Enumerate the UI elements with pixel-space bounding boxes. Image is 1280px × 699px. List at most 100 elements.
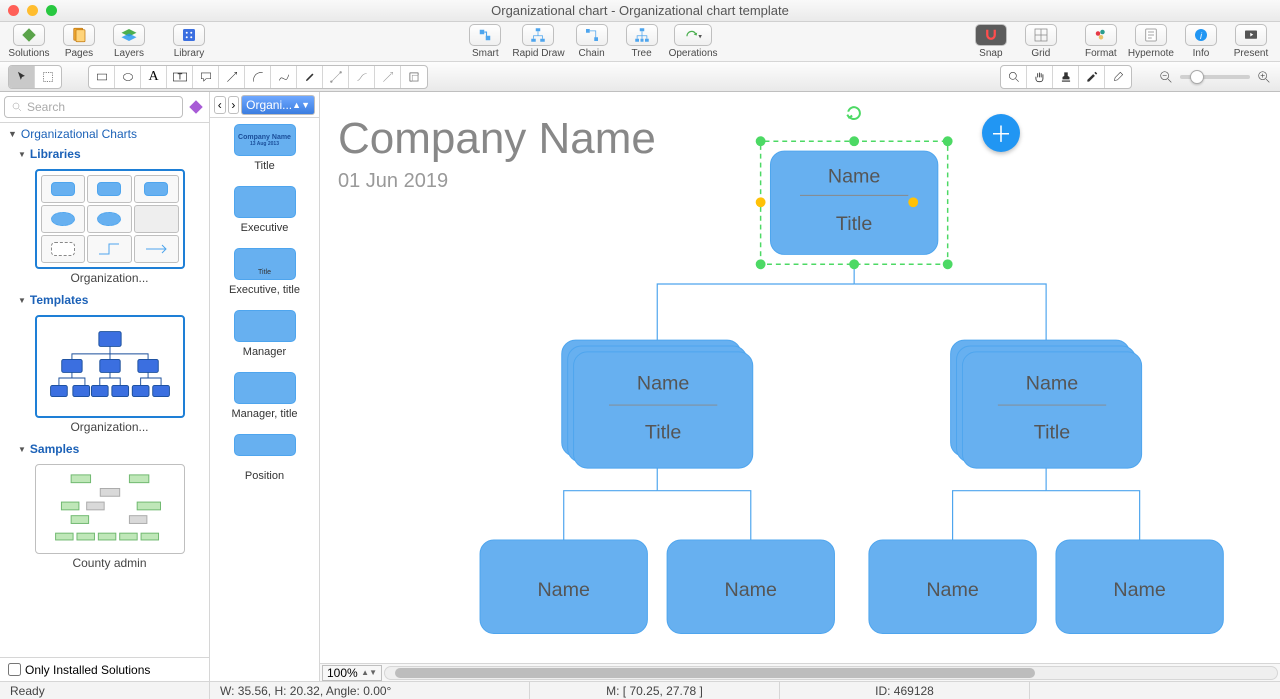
crop-tool[interactable] [401,66,427,88]
shape-library-selector[interactable]: Organi...▲▼ [241,95,315,115]
canvas-bottom-bar: 100%▲▼ [320,663,1280,681]
shape-position[interactable]: Position [210,428,319,490]
position-node-2[interactable]: Name [667,540,834,634]
info-icon: i [1185,24,1217,46]
svg-text:Name: Name [1026,372,1079,394]
zoom-percent-input[interactable]: 100%▲▼ [322,665,382,681]
only-installed-checkbox[interactable]: Only Installed Solutions [0,657,209,681]
main-toolbar: Solutions Pages Layers Library Smart Rap… [0,22,1280,62]
chain-button[interactable]: Chain [569,24,615,59]
connector2-tool[interactable] [349,66,375,88]
callout-tool[interactable] [193,66,219,88]
zoom-slider[interactable] [1158,69,1272,85]
tree-icon [626,24,658,46]
manager-node-right[interactable]: Name Title [951,340,1142,468]
svg-text:Name: Name [637,372,690,394]
layers-icon [113,24,145,46]
present-button[interactable]: Present [1228,24,1274,59]
pages-button[interactable]: Pages [56,24,102,59]
shape-prev-button[interactable]: ‹ [214,96,226,114]
tree-button[interactable]: Tree [619,24,665,59]
spline-tool[interactable] [271,66,297,88]
svg-text:T: T [177,72,182,81]
sample-thumb[interactable] [35,464,185,554]
grid-button[interactable]: Grid [1018,24,1064,59]
tree-root[interactable]: Organizational Charts [8,127,201,141]
marquee-tool[interactable] [35,66,61,88]
shape-next-button[interactable]: › [228,96,240,114]
position-node-4[interactable]: Name [1056,540,1223,634]
search-input[interactable]: Search [4,96,183,118]
svg-text:Name: Name [828,166,881,188]
traffic-lights [8,5,57,16]
textbox-tool[interactable]: T [167,66,193,88]
svg-text:Name: Name [1113,579,1166,601]
zoom-tool[interactable] [1001,66,1027,88]
info-button[interactable]: i Info [1178,24,1224,59]
rapid-draw-button[interactable]: Rapid Draw [512,24,564,59]
solutions-button[interactable]: Solutions [6,24,52,59]
tree-libraries[interactable]: Libraries [18,147,201,161]
text-tool[interactable]: A [141,66,167,88]
layers-button[interactable]: Layers [106,24,152,59]
tool-toolbar: A T [0,62,1280,92]
solutions-home-icon[interactable] [187,98,205,116]
top-node[interactable]: Name Title [756,107,953,269]
drawing-canvas[interactable]: Company Name 01 Jun 2019 ＋ [320,92,1280,663]
library-button[interactable]: Library [166,24,212,59]
position-node-3[interactable]: Name [869,540,1036,634]
operations-button[interactable]: ▾ Operations [669,24,718,59]
anchor-tool[interactable] [375,66,401,88]
rapid-draw-icon [522,24,554,46]
snap-icon [975,24,1007,46]
ellipse-tool[interactable] [115,66,141,88]
pen-tool[interactable] [297,66,323,88]
manager-node-left[interactable]: Name Title [562,340,753,468]
svg-text:Name: Name [537,579,590,601]
shape-manager[interactable]: Manager [210,304,319,366]
smart-icon [469,24,501,46]
line-tool[interactable] [219,66,245,88]
hypernote-button[interactable]: Hypernote [1128,24,1174,59]
template-caption: Organization... [18,420,201,434]
shape-executive[interactable]: Executive [210,180,319,242]
svg-text:Title: Title [645,422,681,444]
search-icon [11,101,23,113]
tree-templates[interactable]: Templates [18,293,201,307]
eyedropper-tool[interactable] [1079,66,1105,88]
snap-button[interactable]: Snap [968,24,1014,59]
solutions-panel: Search Organizational Charts Libraries O [0,92,210,681]
minimize-window-icon[interactable] [27,5,38,16]
hypernote-icon [1135,24,1167,46]
close-window-icon[interactable] [8,5,19,16]
zoom-out-icon[interactable] [1158,69,1174,85]
shape-manager-title[interactable]: Manager, title [210,366,319,428]
grid-icon [1025,24,1057,46]
svg-text:Name: Name [926,579,979,601]
template-thumb[interactable] [35,315,185,418]
zoom-in-icon[interactable] [1256,69,1272,85]
tree-samples[interactable]: Samples [18,442,201,456]
zoom-window-icon[interactable] [46,5,57,16]
pointer-tool[interactable] [9,66,35,88]
rect-tool[interactable] [89,66,115,88]
library-thumb[interactable] [35,169,185,269]
shape-library-panel: ‹ › Organi...▲▼ Company Name 13 Aug 2013… [210,92,320,681]
shape-header[interactable]: Company Name 13 Aug 2013 Title [210,118,319,180]
sample-caption: County admin [18,556,201,570]
operations-icon: ▾ [674,24,712,46]
format-icon [1085,24,1117,46]
stamp-tool[interactable] [1053,66,1079,88]
smart-button[interactable]: Smart [462,24,508,59]
status-bar: Ready W: 35.56, H: 20.32, Angle: 0.00° M… [0,681,1280,699]
arc-tool[interactable] [245,66,271,88]
shape-executive-title[interactable]: Executive, title [210,242,319,304]
position-node-1[interactable]: Name [480,540,647,634]
hand-tool[interactable] [1027,66,1053,88]
window-title: Organizational chart - Organizational ch… [0,3,1280,18]
horizontal-scrollbar[interactable] [384,666,1278,680]
format-button[interactable]: Format [1078,24,1124,59]
connector-tool[interactable] [323,66,349,88]
brush-tool[interactable] [1105,66,1131,88]
svg-text:▾: ▾ [698,32,702,41]
